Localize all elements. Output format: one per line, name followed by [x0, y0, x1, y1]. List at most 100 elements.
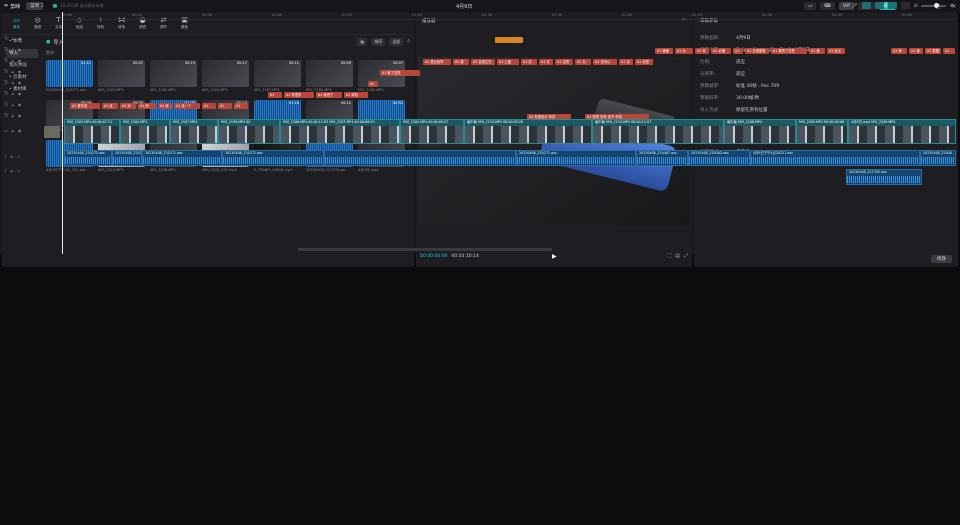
- eye-icon[interactable]: ◉: [18, 58, 22, 63]
- text-clip[interactable]: A1 价格: [711, 48, 731, 54]
- media-thumbnail[interactable]: 00:17 MVI_2184.MP4: [202, 60, 249, 94]
- text-clip[interactable]: A1 为: [675, 48, 693, 54]
- eye-icon[interactable]: ◉: [18, 128, 22, 133]
- video-clip[interactable]: MVI_2209.MP4 00:00:03:06: [796, 119, 848, 144]
- eye-icon[interactable]: ◉: [18, 69, 22, 74]
- text-clip[interactable]: A1: [943, 48, 955, 54]
- text-clip[interactable]: A1 也可以: [593, 59, 617, 65]
- text-clip[interactable]: A1 对: [575, 59, 591, 65]
- import-icon[interactable]: ●: [46, 39, 50, 45]
- lock-icon[interactable]: 🔒︎: [12, 80, 14, 85]
- text-clip[interactable]: A1 首先说: [70, 103, 100, 109]
- timeline-scrollbar[interactable]: [298, 248, 552, 251]
- text-clip[interactable]: A1 数据: [925, 48, 941, 54]
- text-clip[interactable]: A1 速: [909, 48, 923, 54]
- lock-icon[interactable]: 🔒︎: [12, 36, 14, 41]
- text-clip[interactable]: [495, 37, 523, 43]
- lock-icon[interactable]: 🔒︎: [12, 102, 14, 107]
- video-clip[interactable]: MVI_2206.MP4 00:00:11:03 MVI_2207.MP4 00…: [280, 119, 400, 144]
- eye-icon[interactable]: ◉: [18, 47, 22, 52]
- text-clip[interactable]: A1 当: [619, 59, 633, 65]
- text-clip[interactable]: A1 日常更新: [745, 48, 769, 54]
- text-clip[interactable]: A1 参: [891, 48, 907, 54]
- link-toggle[interactable]: [874, 2, 884, 9]
- text-clip[interactable]: A1 评: [695, 48, 709, 54]
- video-clip[interactable]: 画中画 MVI_2208.MP4: [724, 119, 796, 144]
- text-clip[interactable]: A1 我: [158, 103, 172, 109]
- audio-clip[interactable]: [324, 150, 516, 166]
- speaker-icon[interactable]: ◁: [17, 168, 20, 173]
- text-clip[interactable]: A1 我说了: [316, 92, 342, 98]
- text-clip[interactable]: A1 就了这些: [380, 70, 420, 76]
- undo-icon[interactable]: ↶: [16, 3, 20, 9]
- redo-icon[interactable]: ↷: [28, 3, 32, 9]
- media-thumbnail[interactable]: 00:07 MVI_2183.MP4: [98, 60, 145, 94]
- text-clip[interactable]: A1 上盖: [497, 59, 519, 65]
- text-clip[interactable]: A1 体验: [344, 92, 368, 98]
- zoom-slider[interactable]: [921, 2, 946, 8]
- lock-icon[interactable]: 🔒︎: [11, 168, 13, 173]
- media-thumbnail[interactable]: 00:11 MVI_2187.MP4: [254, 60, 301, 94]
- modify-button[interactable]: 修改: [931, 255, 952, 263]
- align-toggle[interactable]: [900, 2, 910, 9]
- text-clip[interactable]: A1 这: [102, 103, 118, 109]
- text-clip[interactable]: A1 我: [809, 48, 825, 54]
- text-clip[interactable]: A1: [218, 103, 232, 109]
- mic-icon[interactable]: 🎤︎: [851, 3, 857, 9]
- text-clip[interactable]: A1: [202, 103, 216, 109]
- lock-icon[interactable]: 🔒︎: [12, 69, 14, 74]
- filter-all-button[interactable]: 全部: [389, 38, 404, 46]
- video-clip[interactable]: MVI_2199.MP4 00: [218, 119, 280, 144]
- text-clip[interactable]: A1 对: [120, 103, 136, 109]
- text-clip[interactable]: A1 而: [138, 103, 156, 109]
- tab-1[interactable]: ◎ 音频: [27, 13, 48, 34]
- audio-clip[interactable]: 20230408_220467.aac: [636, 150, 688, 166]
- video-clip[interactable]: MVI_2182.MP4: [120, 119, 170, 144]
- text-clip[interactable]: A1 这一个: [174, 103, 200, 109]
- video-clip[interactable]: MVI_2183.MP4 00:00:07:11: [64, 119, 120, 144]
- select-tool-icon[interactable]: ↖: [4, 3, 8, 9]
- text-clip[interactable]: A1: [368, 81, 378, 87]
- media-thumbnail[interactable]: 00:15 MVI_2182.MP4: [150, 60, 197, 94]
- media-thumbnail[interactable]: 00:07 MVI_2180.MP4: [358, 60, 405, 94]
- text-clip[interactable]: A1: [234, 103, 248, 109]
- text-clip[interactable]: A1 但是: [635, 59, 653, 65]
- preview-axis-toggle[interactable]: [887, 2, 897, 9]
- snap-toggle[interactable]: [861, 2, 871, 9]
- video-clip[interactable]: 4月9日.mp4 MVI_2209.MP4: [848, 119, 956, 144]
- audio-clip[interactable]: 20230408_220271.aac: [142, 150, 222, 166]
- play-icon[interactable]: ▶: [552, 253, 557, 260]
- lock-icon[interactable]: 🔒︎: [12, 47, 14, 52]
- zoom-in-icon[interactable]: ⊕: [950, 3, 954, 9]
- zoom-out-icon[interactable]: ⊖: [914, 3, 918, 9]
- media-thumbnail[interactable]: 00:09 MVI_2188.MP4: [306, 60, 353, 94]
- lock-icon[interactable]: 🔒︎: [12, 128, 14, 133]
- text-clip[interactable]: A1 我: [453, 59, 469, 65]
- lock-icon[interactable]: 🔒︎: [12, 91, 14, 96]
- text-clip[interactable]: A1: [268, 92, 282, 98]
- lock-icon[interactable]: 🔒︎: [11, 154, 13, 159]
- lock-icon[interactable]: 🔒︎: [12, 113, 14, 118]
- audio-clip[interactable]: 20230408_2202: [112, 150, 142, 166]
- playhead[interactable]: [62, 12, 63, 254]
- audio-clip[interactable]: 20230408_220271.aac: [222, 150, 324, 166]
- media-thumbnail[interactable]: 02:11 20230408_220271.aac: [46, 60, 93, 94]
- eye-icon[interactable]: ◉: [18, 36, 22, 41]
- text-clip[interactable]: A1 目前正在: [471, 59, 495, 65]
- text-clip[interactable]: A1 这: [521, 59, 537, 65]
- ratio-icon[interactable]: ▤: [675, 253, 680, 259]
- search-icon[interactable]: ⌕: [407, 38, 410, 46]
- view-toggle[interactable]: ▦: [357, 38, 368, 46]
- cover-button[interactable]: [44, 126, 60, 138]
- audio-clip[interactable]: 20230408_220271.aac: [516, 150, 636, 166]
- lock-icon[interactable]: 🔒︎: [12, 58, 14, 63]
- text-clip[interactable]: A1: [733, 48, 743, 54]
- text-clip[interactable]: A1 优点: [827, 48, 845, 54]
- eye-icon[interactable]: ◉: [18, 113, 22, 118]
- video-clip[interactable]: MVI_2202.MP4 00:00:09:27: [400, 119, 464, 144]
- text-clip[interactable]: A1 当然: [555, 59, 573, 65]
- audio-clip[interactable]: 20230408_221335.aac: [846, 169, 922, 185]
- eye-icon[interactable]: ◉: [18, 80, 22, 85]
- speaker-icon[interactable]: ◁: [17, 154, 20, 159]
- audio-clip[interactable]: 20230408_220402.aac: [688, 150, 750, 166]
